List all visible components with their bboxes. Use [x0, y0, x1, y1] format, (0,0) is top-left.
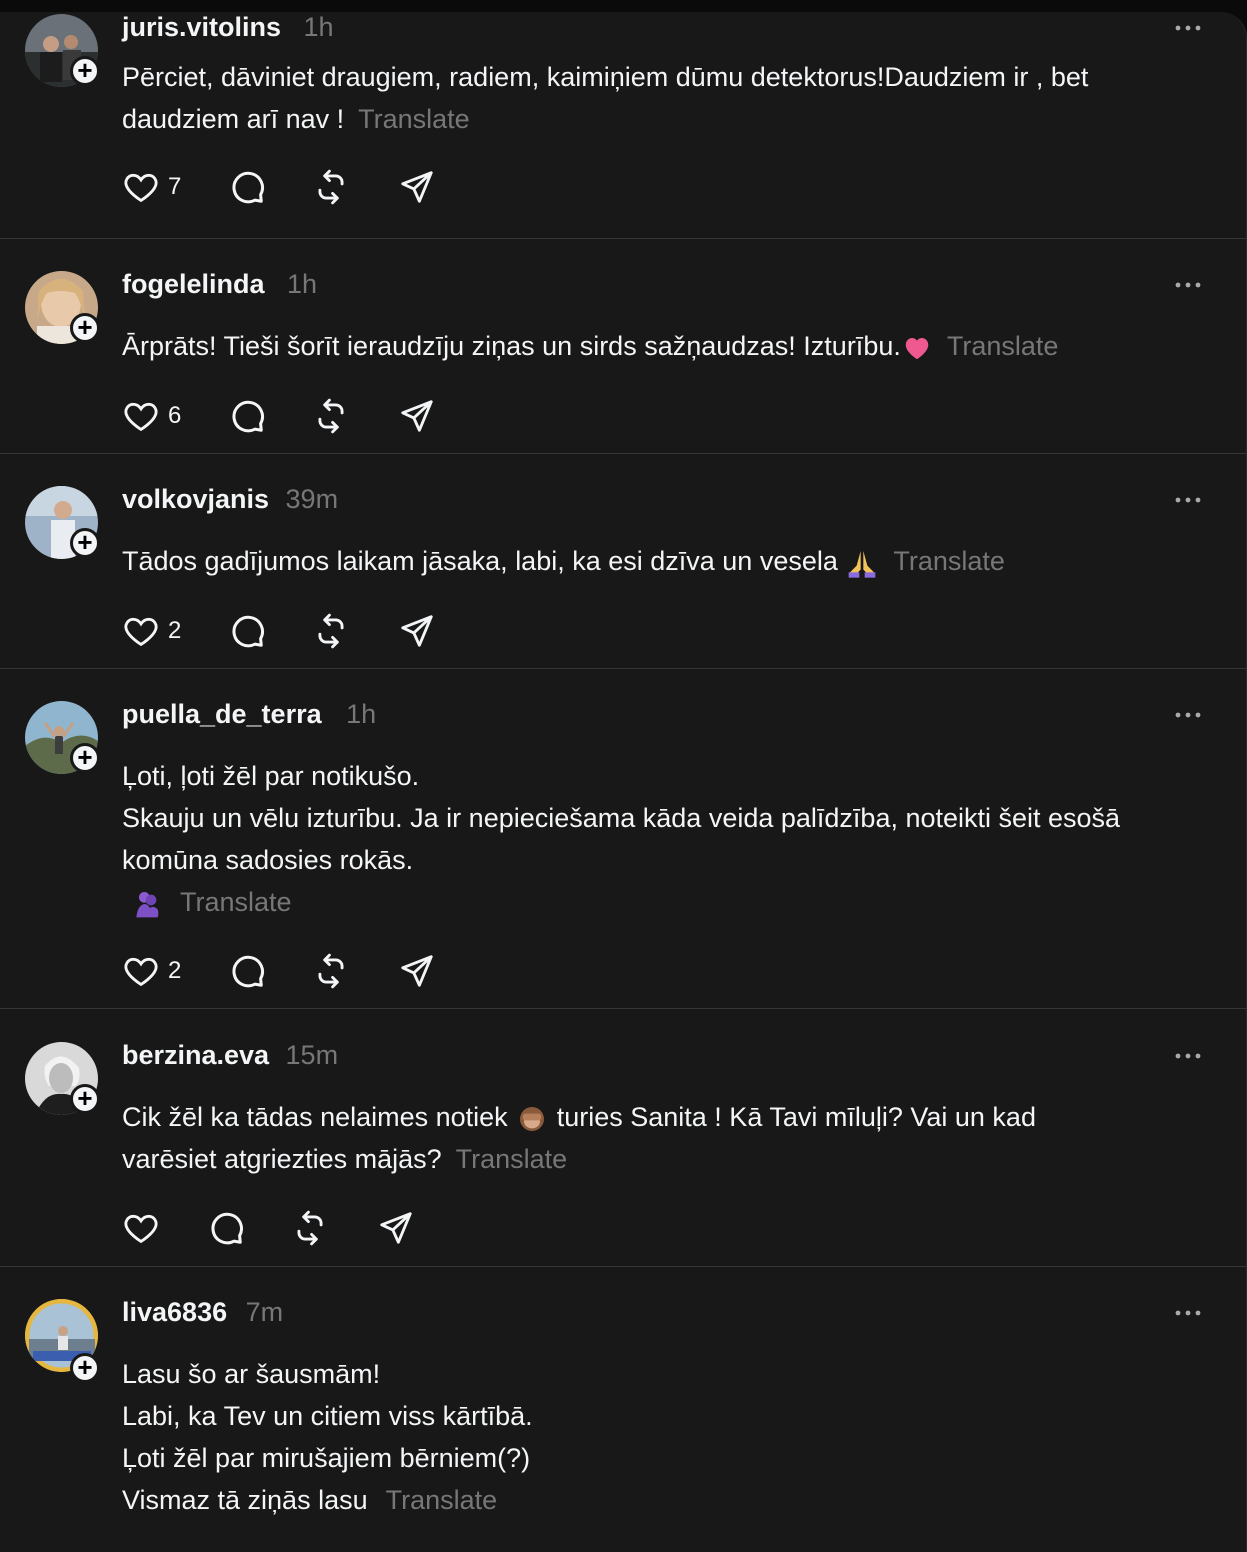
share-icon — [380, 1212, 412, 1244]
follow-plus-icon[interactable]: + — [70, 1353, 100, 1383]
username[interactable]: puella_de_terra — [122, 699, 322, 729]
like-count: 7 — [168, 173, 182, 200]
reply-text: Ļoti, ļoti žēl par notikušo. Skauju un v… — [122, 755, 1222, 923]
share-icon — [401, 955, 433, 987]
translate-link[interactable]: Translate — [456, 1144, 568, 1174]
reply-text: Tādos gadījumos laikam jāsaka, labi, ka … — [122, 540, 1222, 582]
like-count: 2 — [168, 957, 182, 984]
translate-link[interactable]: Translate — [358, 104, 470, 134]
repost-button[interactable] — [291, 1208, 329, 1248]
follow-plus-icon[interactable]: + — [70, 56, 100, 86]
repost-button[interactable] — [312, 611, 350, 651]
reply-text: Ārprāts! Tieši šorīt ieraudzīju ziņas un… — [122, 331, 1059, 361]
more-icon[interactable] — [1172, 1046, 1204, 1066]
username[interactable]: volkovjanis — [122, 484, 269, 514]
share-button[interactable] — [398, 167, 436, 207]
timestamp: 1h — [303, 12, 334, 42]
more-icon[interactable] — [1172, 490, 1204, 510]
username[interactable]: fogelelinda — [122, 269, 265, 299]
follow-plus-icon[interactable]: + — [70, 313, 100, 343]
repost-icon — [318, 398, 344, 434]
repost-icon — [318, 613, 344, 649]
like-button[interactable]: 2 — [122, 611, 181, 651]
like-button[interactable]: 2 — [122, 951, 181, 991]
username[interactable]: juris.vitolins — [122, 12, 281, 42]
timestamp: 1h — [286, 269, 318, 299]
more-icon[interactable] — [1172, 1303, 1204, 1323]
heart-icon — [124, 1214, 158, 1244]
like-count: 2 — [168, 617, 182, 644]
reply-text: Lasu šo ar šausmām! Labi, ka Tev un citi… — [122, 1359, 533, 1515]
share-icon — [401, 400, 433, 432]
username[interactable]: berzina.eva — [122, 1040, 269, 1070]
reply-text: Cik žēl ka tādas nelaimes notiek turies … — [122, 1102, 1036, 1174]
heart-icon — [124, 173, 158, 203]
translate-link[interactable]: Translate — [893, 546, 1005, 576]
timestamp: 7m — [245, 1297, 284, 1327]
comment-icon — [232, 615, 264, 648]
timestamp: 39m — [285, 484, 339, 514]
follow-plus-icon[interactable]: + — [70, 1084, 100, 1114]
comment-icon — [211, 1212, 243, 1245]
comment-icon — [232, 955, 264, 988]
divider — [0, 1008, 1246, 1009]
heart-icon — [124, 957, 158, 987]
repost-button[interactable] — [312, 167, 350, 207]
like-button[interactable]: 6 — [122, 396, 181, 436]
comment-button[interactable] — [228, 396, 266, 436]
translate-link[interactable]: Translate — [180, 887, 292, 917]
repost-icon — [318, 169, 344, 205]
more-icon[interactable] — [1172, 275, 1204, 295]
divider — [0, 238, 1246, 239]
repost-button[interactable] — [312, 396, 350, 436]
share-icon — [401, 171, 433, 203]
folded-hands-emoji — [849, 550, 876, 578]
follow-plus-icon[interactable]: + — [70, 743, 100, 773]
repost-button[interactable] — [312, 951, 350, 991]
heart-icon — [124, 617, 158, 647]
comment-button[interactable] — [228, 951, 266, 991]
translate-link[interactable]: Translate — [947, 331, 1059, 361]
divider — [0, 1266, 1246, 1267]
more-icon[interactable] — [1172, 705, 1204, 725]
like-button[interactable] — [122, 1208, 160, 1248]
share-icon — [401, 615, 433, 647]
timestamp: 15m — [285, 1040, 339, 1070]
share-button[interactable] — [398, 611, 436, 651]
comment-icon — [232, 400, 264, 433]
thread-replies-feed: + juris.vitolins 1h Pērciet, dāviniet dr… — [0, 12, 1247, 1552]
username[interactable]: liva6836 — [122, 1297, 227, 1327]
timestamp: 1h — [346, 699, 377, 729]
share-button[interactable] — [377, 1208, 415, 1248]
divider — [0, 668, 1246, 669]
comment-button[interactable] — [207, 1208, 245, 1248]
share-button[interactable] — [398, 951, 436, 991]
like-button[interactable]: 7 — [122, 167, 181, 207]
divider — [0, 453, 1246, 454]
comment-button[interactable] — [228, 167, 266, 207]
see-no-evil-monkey-emoji — [520, 1106, 545, 1131]
reply-text: Pērciet, dāviniet draugiem, radiem, kaim… — [122, 62, 1089, 134]
heart-icon — [124, 402, 158, 432]
heart-emoji — [905, 337, 929, 360]
comment-icon — [232, 171, 264, 204]
share-button[interactable] — [398, 396, 436, 436]
translate-link[interactable]: Translate — [386, 1485, 498, 1515]
like-count: 6 — [168, 402, 182, 429]
comment-button[interactable] — [228, 611, 266, 651]
repost-icon — [297, 1210, 323, 1246]
more-icon[interactable] — [1172, 18, 1204, 38]
hug-emoji — [136, 891, 159, 918]
follow-plus-icon[interactable]: + — [70, 528, 100, 558]
repost-icon — [318, 953, 344, 989]
